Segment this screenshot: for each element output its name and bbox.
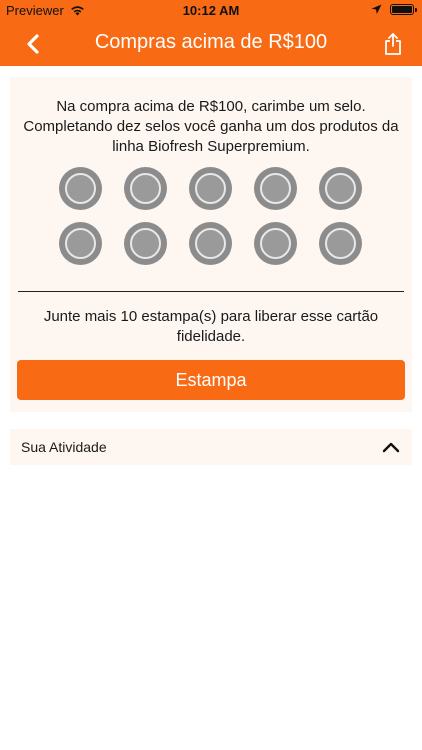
location-arrow-icon xyxy=(371,4,382,14)
stamp-circle-icon xyxy=(195,228,226,259)
stamp-circle-icon xyxy=(130,228,161,259)
stamp-slot xyxy=(59,167,102,210)
remaining-stamps-text: Junte mais 10 estampa(s) para liberar es… xyxy=(43,308,379,345)
chevron-up-icon[interactable] xyxy=(382,439,400,455)
chevron-left-icon xyxy=(27,34,39,54)
status-time: 10:12 AM xyxy=(182,3,240,18)
loyalty-card: Na compra acima de R$100, carimbe um sel… xyxy=(10,77,412,412)
stamp-slot xyxy=(124,167,167,210)
stamp-circle-icon xyxy=(195,173,226,204)
card-description: Na compra acima de R$100, carimbe um sel… xyxy=(23,98,399,155)
stamp-slot xyxy=(59,222,102,265)
stamp-slot xyxy=(319,167,362,210)
stamp-slot xyxy=(254,167,297,210)
stamp-slot xyxy=(319,222,362,265)
activity-section-header[interactable]: Sua Atividade xyxy=(10,429,412,465)
status-bar: Previewer 10:12 AM xyxy=(0,0,422,22)
divider xyxy=(18,291,404,292)
share-button[interactable] xyxy=(378,29,408,59)
stamp-circle-icon xyxy=(130,173,161,204)
nav-bar: Compras acima de R$100 xyxy=(0,22,422,66)
stamp-slot xyxy=(124,222,167,265)
stamp-button[interactable]: Estampa xyxy=(17,360,405,400)
stamp-grid xyxy=(59,167,364,265)
stamp-circle-icon xyxy=(260,228,291,259)
page-title: Compras acima de R$100 xyxy=(94,31,328,53)
share-icon xyxy=(385,33,401,55)
activity-label: Sua Atividade xyxy=(21,439,107,455)
battery-icon xyxy=(390,4,417,15)
stamp-circle-icon xyxy=(65,173,96,204)
stamp-slot xyxy=(189,222,232,265)
back-button[interactable] xyxy=(18,29,48,59)
stamp-circle-icon xyxy=(260,173,291,204)
status-right xyxy=(371,4,417,15)
stamp-circle-icon xyxy=(65,228,96,259)
stamp-circle-icon xyxy=(325,173,356,204)
stamp-slot xyxy=(254,222,297,265)
stamp-slot xyxy=(189,167,232,210)
stamp-circle-icon xyxy=(325,228,356,259)
